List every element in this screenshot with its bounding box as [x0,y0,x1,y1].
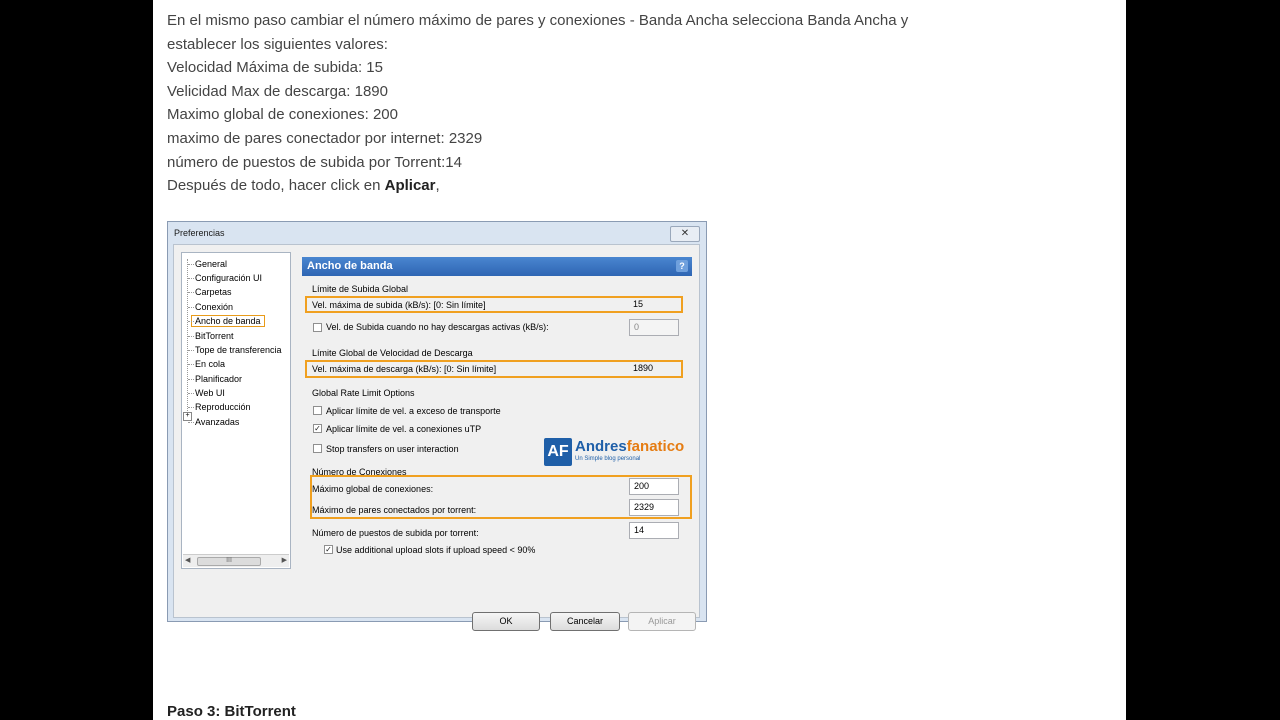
cancel-button[interactable]: Cancelar [550,612,620,631]
rate-group-label: Global Rate Limit Options [312,388,415,398]
upload-group-label: Límite de Subida Global [312,284,409,294]
step-heading: Paso 3: BitTorrent [167,703,296,720]
close-icon[interactable]: ✕ [670,226,700,242]
upload-max-label: Vel. máxima de subida (kB/s): [0: Sin lí… [312,300,486,310]
rate-option-2-label: Aplicar límite de vel. a conexiones uTP [326,424,482,434]
tree-item-connection[interactable]: Conexión [187,301,233,314]
preferences-dialog-screenshot: Preferencias ✕ General Configuración UI … [167,221,707,631]
extra-slots-checkbox[interactable]: ✓ [324,545,333,554]
tree-item-transfer-cap[interactable]: Tope de transferencia [188,344,282,357]
tree-item-folders[interactable]: Carpetas [188,286,232,299]
logo-name: Andresfanatico [575,438,684,455]
tree-item-advanced[interactable]: Avanzadas [187,416,239,429]
article-line: En el mismo paso cambiar el número máxim… [167,12,909,29]
scroll-left-icon[interactable]: ◀ [185,556,190,564]
panel-title-text: Ancho de banda [307,260,393,272]
dialog-body: General Configuración UI Carpetas Conexi… [173,244,700,631]
upload-slots-field[interactable]: 14 [629,522,679,539]
upload-slots-label: Número de puestos de subida por torrent: [312,528,479,538]
expand-icon[interactable]: + [183,412,192,421]
dialog-title: Preferencias [174,228,225,238]
download-max-field[interactable]: 1890 [629,362,679,376]
article-line: Maximo global de conexiones: 200 [167,106,398,124]
article-line: Velocidad Máxima de subida: 15 [167,59,383,77]
extra-slots-label: Use additional upload slots if upload sp… [336,545,536,555]
logo-name-b: fanatico [626,438,685,455]
tree-item-general[interactable]: General [187,258,227,271]
global-connections-label: Máximo global de conexiones: [312,484,434,494]
tree-item-bandwidth-label: Ancho de banda [191,315,265,327]
peers-per-torrent-label: Máximo de pares conectados por torrent: [312,505,477,515]
final-line-bold: Aplicar [384,177,436,195]
final-line-prefix: Después de todo, hacer click en [167,177,385,195]
logo-name-a: Andres [575,438,627,455]
tree-item-queue[interactable]: En cola [187,358,225,371]
article-line: maximo de pares conectador por internet:… [167,129,483,147]
scroll-right-icon[interactable]: ▶ [282,556,287,564]
upload-idle-label: Vel. de Subida cuando no hay descargas a… [326,322,549,332]
tree-item-bittorrent[interactable]: BitTorrent [188,330,234,343]
apply-button[interactable]: Aplicar [628,612,696,631]
final-line-suffix: , [435,177,440,195]
article-body: En el mismo paso cambiar el número máxim… [167,9,908,198]
upload-idle-checkbox[interactable] [313,323,322,332]
scroll-thumb[interactable]: III [197,557,261,566]
article-line: establecer los siguientes valores: [167,35,388,53]
rate-option-3-label: Stop transfers on user interaction [326,444,459,454]
bandwidth-panel: Ancho de banda ? Límite de Subida Global… [302,252,692,569]
rate-option-1-checkbox[interactable] [313,406,322,415]
upload-idle-field[interactable]: 0 [629,319,679,336]
ok-button[interactable]: OK [472,612,540,631]
upload-max-field[interactable]: 15 [629,298,679,312]
peers-per-torrent-field[interactable]: 2329 [629,499,679,516]
tree-connector [187,259,188,419]
download-group-label: Límite Global de Velocidad de Descarga [312,348,473,358]
tree-item-ui[interactable]: Configuración UI [187,272,262,285]
rate-option-1-label: Aplicar límite de vel. a exceso de trans… [326,406,501,416]
panel-title: Ancho de banda ? [302,257,692,276]
tree-horizontal-scrollbar[interactable]: ◀ III ▶ [183,554,289,567]
tree-item-webui[interactable]: Web UI [188,387,225,400]
tree-item-playback[interactable]: Reproducción [188,401,251,414]
article-line-final: Después de todo, hacer click en Aplicar, [167,174,908,198]
rate-option-2-checkbox[interactable]: ✓ [313,424,322,433]
article-line: número de puestos de subida por Torrent:… [167,153,462,171]
download-max-label: Vel. máxima de descarga (kB/s): [0: Sin … [312,364,497,374]
watermark-logo: AF Andresfanatico Un Simple blog persona… [544,438,688,468]
help-icon[interactable]: ? [676,260,688,272]
global-connections-field[interactable]: 200 [629,478,679,495]
article-line: Velicidad Max de descarga: 1890 [167,82,388,100]
rate-option-3-checkbox[interactable] [313,444,322,453]
category-tree: General Configuración UI Carpetas Conexi… [181,252,291,569]
logo-initials: AF [544,438,572,466]
logo-tagline: Un Simple blog personal [575,456,641,462]
tree-item-scheduler[interactable]: Planificador [187,373,242,386]
tree-item-bandwidth[interactable]: Ancho de banda [188,315,265,328]
